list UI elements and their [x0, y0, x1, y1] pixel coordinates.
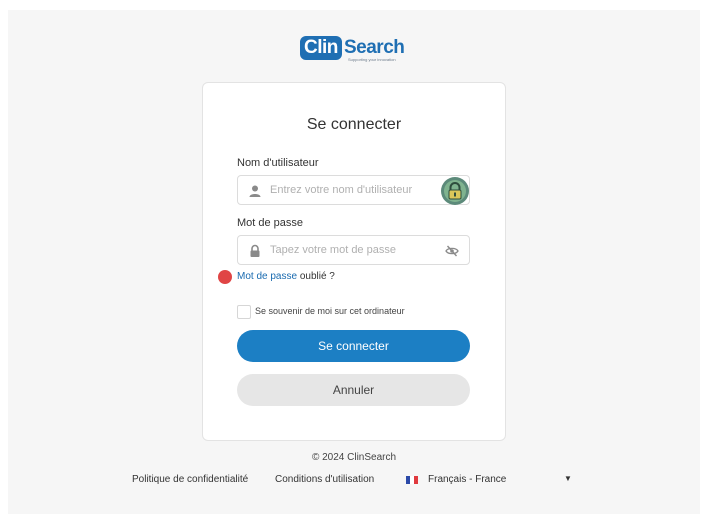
eye-slash-icon[interactable] [445, 244, 459, 258]
lock-icon [250, 244, 260, 257]
page-title: Se connecter [306, 116, 402, 133]
logo-tagline: Supporting your innovation [348, 57, 396, 62]
forgot-password: Mot de passe oublié ? [237, 271, 335, 282]
forgot-password-link[interactable]: Mot de passe [237, 271, 297, 282]
red-marker [218, 270, 232, 284]
flag-fr-icon [406, 476, 418, 484]
logo-clin-text: Clin [300, 36, 342, 60]
password-label: Mot de passe [237, 217, 304, 229]
password-field[interactable]: Tapez votre mot de passe [237, 235, 470, 265]
language-selector[interactable]: Français - France [428, 474, 506, 485]
remember-me-label[interactable]: Se souvenir de moi sur cet ordinateur [255, 306, 405, 316]
password-manager-icon[interactable] [440, 176, 470, 206]
copyright-text: © 2024 ClinSearch [311, 452, 397, 463]
cancel-button[interactable]: Annuler [237, 374, 470, 406]
terms-of-use-link[interactable]: Conditions d'utilisation [275, 474, 374, 485]
clinsearch-logo: Clin Search Supporting your innovation [300, 36, 408, 64]
remember-me-checkbox[interactable] [237, 305, 251, 319]
username-label: Nom d'utilisateur [237, 157, 319, 169]
login-card: Se connecter Nom d'utilisateur Entrez vo… [202, 82, 506, 441]
forgot-password-suffix: oublié ? [297, 271, 335, 282]
caret-down-icon[interactable]: ▼ [564, 474, 572, 483]
user-icon [249, 185, 261, 197]
login-button[interactable]: Se connecter [237, 330, 470, 362]
username-field[interactable]: Entrez votre nom d'utilisateur [237, 175, 470, 205]
username-placeholder: Entrez votre nom d'utilisateur [270, 184, 413, 196]
privacy-policy-link[interactable]: Politique de confidentialité [132, 474, 248, 485]
password-placeholder: Tapez votre mot de passe [270, 244, 396, 256]
